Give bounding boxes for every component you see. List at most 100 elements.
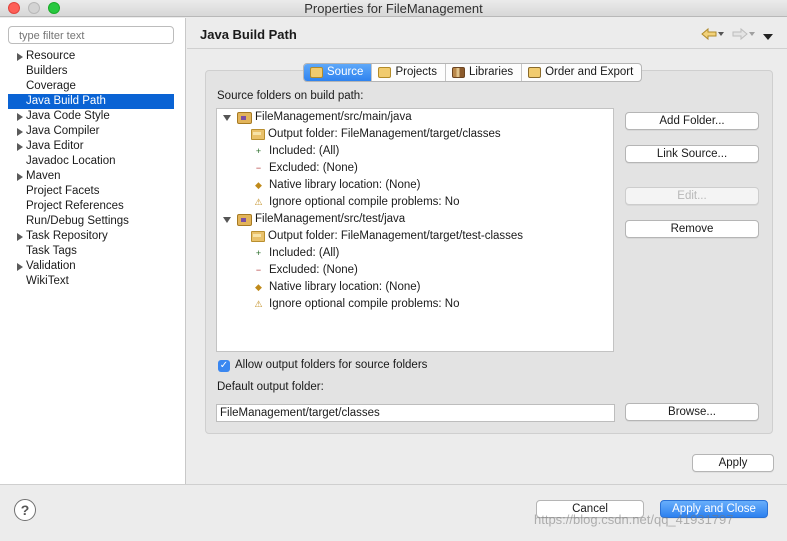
sidebar-item[interactable]: Task Repository <box>8 229 174 244</box>
tab-order-export-label: Order and Export <box>545 66 634 78</box>
sidebar-item[interactable]: Coverage <box>8 79 174 94</box>
sidebar-item[interactable]: Java Compiler <box>8 124 174 139</box>
sidebar-item-label: Task Repository <box>26 230 108 242</box>
source-attribute-label: Output folder: FileManagement/target/tes… <box>268 230 524 242</box>
libraries-icon <box>451 67 465 78</box>
source-folder-label: FileManagement/src/test/java <box>255 213 406 225</box>
page-title: Java Build Path <box>200 27 297 42</box>
source-folder-node[interactable]: FileManagement/src/test/java <box>223 211 405 228</box>
source-attribute-label: Included: (All) <box>269 145 340 157</box>
source-attribute-label: Native library location: (None) <box>269 179 421 191</box>
sidebar-item-label: Java Code Style <box>26 110 110 122</box>
source-folders-tree[interactable]: FileManagement/src/main/java Output folde… <box>216 108 614 352</box>
sidebar-item[interactable]: Task Tags <box>8 244 174 259</box>
sidebar-item[interactable]: Maven <box>8 169 174 184</box>
sidebar-item-label: Validation <box>26 260 76 272</box>
default-output-field[interactable]: FileManagement/target/classes <box>216 404 615 422</box>
source-attribute-label: Excluded: (None) <box>269 264 358 276</box>
source-attribute-node[interactable]: + Included: (All) <box>251 143 339 160</box>
included-icon: + <box>255 248 262 258</box>
filter-input[interactable] <box>8 26 174 44</box>
excluded-icon: − <box>255 163 262 173</box>
source-folder-node[interactable]: FileManagement/src/main/java <box>223 109 412 126</box>
package-folder-icon <box>237 111 252 124</box>
expand-triangle-icon[interactable] <box>17 53 23 61</box>
source-attribute-node[interactable]: + Included: (All) <box>251 245 339 262</box>
sidebar-item[interactable]: Java Build Path <box>8 94 174 109</box>
native-library-icon: ◆ <box>255 180 262 190</box>
remove-button[interactable]: Remove <box>625 220 759 238</box>
window-title: Properties for FileManagement <box>304 1 483 16</box>
source-attribute-node[interactable]: − Excluded: (None) <box>251 160 358 177</box>
tab-libraries-label: Libraries <box>468 66 514 78</box>
expand-triangle-icon[interactable] <box>17 113 23 121</box>
ignore-problems-icon: ⚠ <box>254 299 263 309</box>
source-attribute-label: Excluded: (None) <box>269 162 358 174</box>
source-folder-icon <box>310 67 323 78</box>
source-attribute-node[interactable]: ◆ Native library location: (None) <box>251 177 420 194</box>
edit-button[interactable]: Edit... <box>625 187 759 205</box>
sidebar-item-label: Project Facets <box>26 185 100 197</box>
sidebar-item[interactable]: Project Facets <box>8 184 174 199</box>
sidebar-item[interactable]: Run/Debug Settings <box>8 214 174 229</box>
sidebar-item-label: Maven <box>26 170 61 182</box>
source-attribute-node[interactable]: Output folder: FileManagement/target/cla… <box>251 126 501 143</box>
package-folder-icon <box>237 213 252 226</box>
tab-bar: Source Projects Libraries Order and Expo… <box>303 63 643 82</box>
expand-triangle-icon[interactable] <box>17 128 23 136</box>
sidebar-item[interactable]: Resource <box>8 49 174 64</box>
expand-triangle-icon[interactable] <box>17 143 23 151</box>
projects-icon <box>378 67 392 78</box>
sidebar-item[interactable]: Javadoc Location <box>8 154 174 169</box>
sidebar-item[interactable]: WikiText <box>8 274 174 289</box>
source-attribute-node[interactable]: − Excluded: (None) <box>251 262 358 279</box>
sidebar-item[interactable]: Builders <box>8 64 174 79</box>
tab-libraries[interactable]: Libraries <box>446 64 523 81</box>
expand-triangle-icon[interactable] <box>17 263 23 271</box>
watermark: https://blog.csdn.net/qq_41931797 <box>534 512 734 527</box>
output-folder-icon <box>251 129 265 140</box>
tab-projects-label: Projects <box>395 66 437 78</box>
source-attribute-node[interactable]: Output folder: FileManagement/target/tes… <box>251 228 523 245</box>
included-icon: + <box>255 146 262 156</box>
source-attribute-label: Included: (All) <box>269 247 340 259</box>
sidebar-item[interactable]: Validation <box>8 259 174 274</box>
sidebar-item-label: Java Compiler <box>26 125 100 137</box>
sidebar-item[interactable]: Project References <box>8 199 174 214</box>
help-icon[interactable]: ? <box>14 499 36 521</box>
source-attribute-node[interactable]: ◆ Native library location: (None) <box>251 279 420 296</box>
sidebar-item-label: Java Build Path <box>26 95 106 107</box>
ignore-problems-icon: ⚠ <box>254 197 263 207</box>
apply-button[interactable]: Apply <box>692 454 774 472</box>
source-attribute-node[interactable]: ⚠ Ignore optional compile problems: No <box>251 194 460 211</box>
tab-source[interactable]: Source <box>304 64 373 81</box>
expand-triangle-icon[interactable] <box>17 173 23 181</box>
sidebar-item-label: Coverage <box>26 80 76 92</box>
sidebar-item[interactable]: Java Editor <box>8 139 174 154</box>
source-folders-label: Source folders on build path: <box>217 90 364 102</box>
forward-arrow-icon[interactable] <box>731 27 755 44</box>
add-folder-button[interactable]: Add Folder... <box>625 112 759 130</box>
source-attribute-node[interactable]: ⚠ Ignore optional compile problems: No <box>251 296 460 313</box>
header-divider <box>187 48 787 49</box>
allow-output-checkbox[interactable]: ✓ <box>218 360 230 372</box>
link-source-button[interactable]: Link Source... <box>625 145 759 163</box>
source-attribute-label: Ignore optional compile problems: No <box>269 298 460 310</box>
sidebar-item[interactable]: Java Code Style <box>8 109 174 124</box>
collapse-triangle-icon[interactable] <box>223 114 231 121</box>
source-folder-label: FileManagement/src/main/java <box>255 111 412 123</box>
expand-triangle-icon[interactable] <box>17 233 23 241</box>
sidebar-item-label: Run/Debug Settings <box>26 215 129 227</box>
source-attribute-label: Ignore optional compile problems: No <box>269 196 460 208</box>
collapse-triangle-icon[interactable] <box>223 216 231 223</box>
order-export-icon <box>528 67 542 78</box>
default-output-label: Default output folder: <box>217 381 324 393</box>
tab-order-export[interactable]: Order and Export <box>522 64 641 81</box>
tab-projects[interactable]: Projects <box>372 64 446 81</box>
sidebar-item-label: Task Tags <box>26 245 77 257</box>
view-menu-icon[interactable] <box>763 32 773 44</box>
source-attribute-label: Output folder: FileManagement/target/cla… <box>268 128 501 140</box>
sidebar-item-label: Java Editor <box>26 140 84 152</box>
browse-button[interactable]: Browse... <box>625 403 759 421</box>
back-arrow-icon[interactable] <box>700 27 724 44</box>
